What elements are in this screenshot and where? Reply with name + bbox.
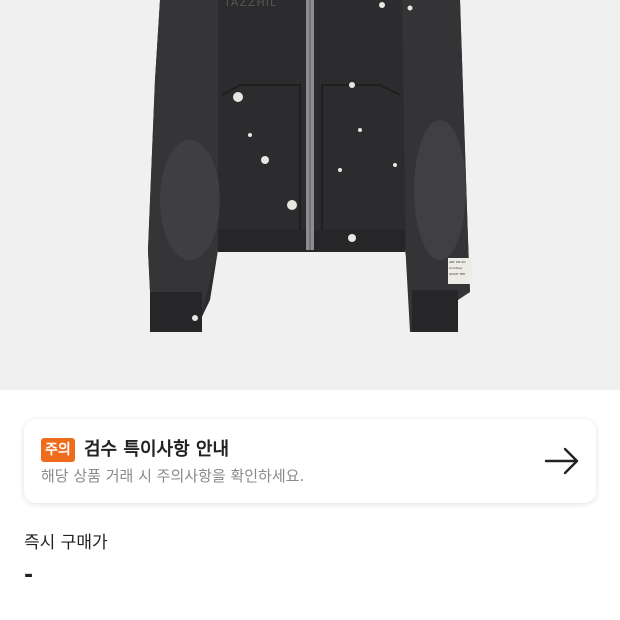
instant-buy-price-value: - [24, 563, 34, 588]
caution-badge: 주의 [41, 438, 75, 462]
hoodie-illustration [148, 0, 472, 332]
hoodie-tag-line: JOSUE THE [449, 272, 466, 276]
inspection-notice-card[interactable]: 주의 검수 특이사항 안내 해당 상품 거래 시 주의사항을 확인하세요. [24, 419, 596, 503]
product-image[interactable]: TAZZHIL ART ON SO Courtesy JOSUE THE [0, 0, 620, 390]
notice-title: 검수 특이사항 안내 [84, 439, 230, 460]
hoodie-tag: ART ON SO Courtesy JOSUE THE [449, 259, 471, 277]
hoodie-print-text: TAZZHIL [224, 0, 278, 9]
arrow-right-icon[interactable] [544, 447, 580, 475]
notice-description: 해당 상품 거래 시 주의사항을 확인하세요. [41, 467, 305, 485]
instant-buy-price-label: 즉시 구매가 [24, 533, 108, 553]
